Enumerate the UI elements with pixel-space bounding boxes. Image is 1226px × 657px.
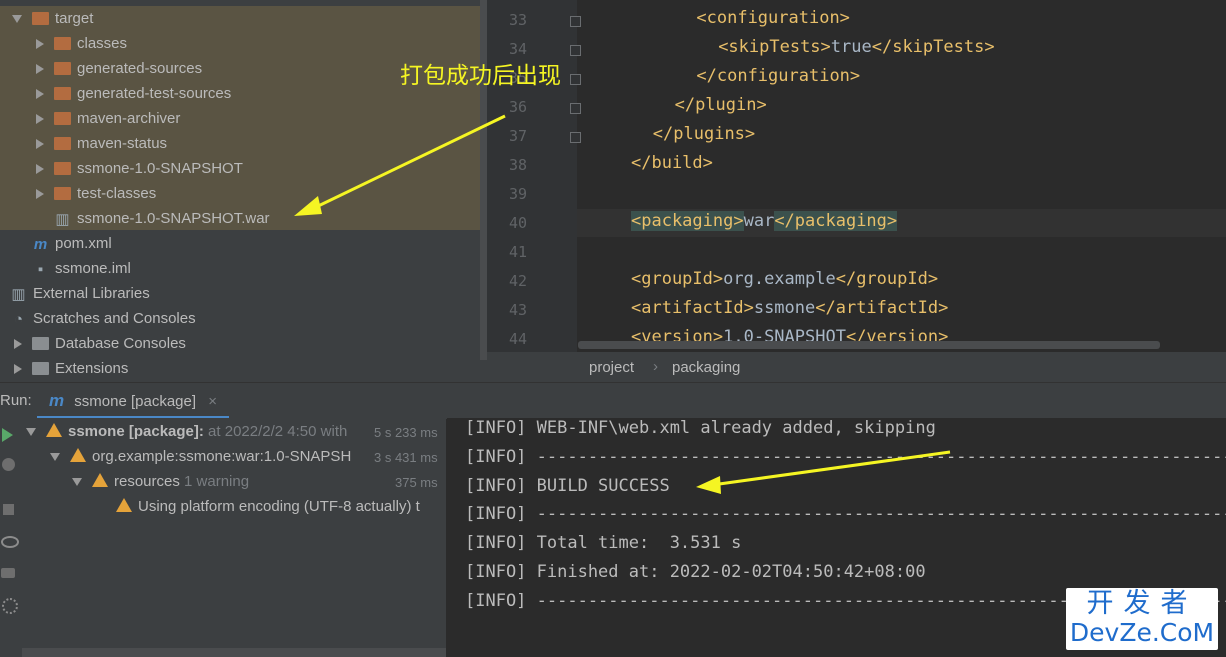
annotation-arrowhead-war — [294, 196, 322, 216]
annotation-arrow-war — [311, 114, 506, 211]
annotation-arrow-build — [711, 450, 951, 487]
annotation-arrowhead-build — [696, 476, 721, 494]
annotation-arrows — [294, 114, 951, 494]
watermark-logo: 开发者 DevZe.CoM — [1066, 588, 1218, 650]
